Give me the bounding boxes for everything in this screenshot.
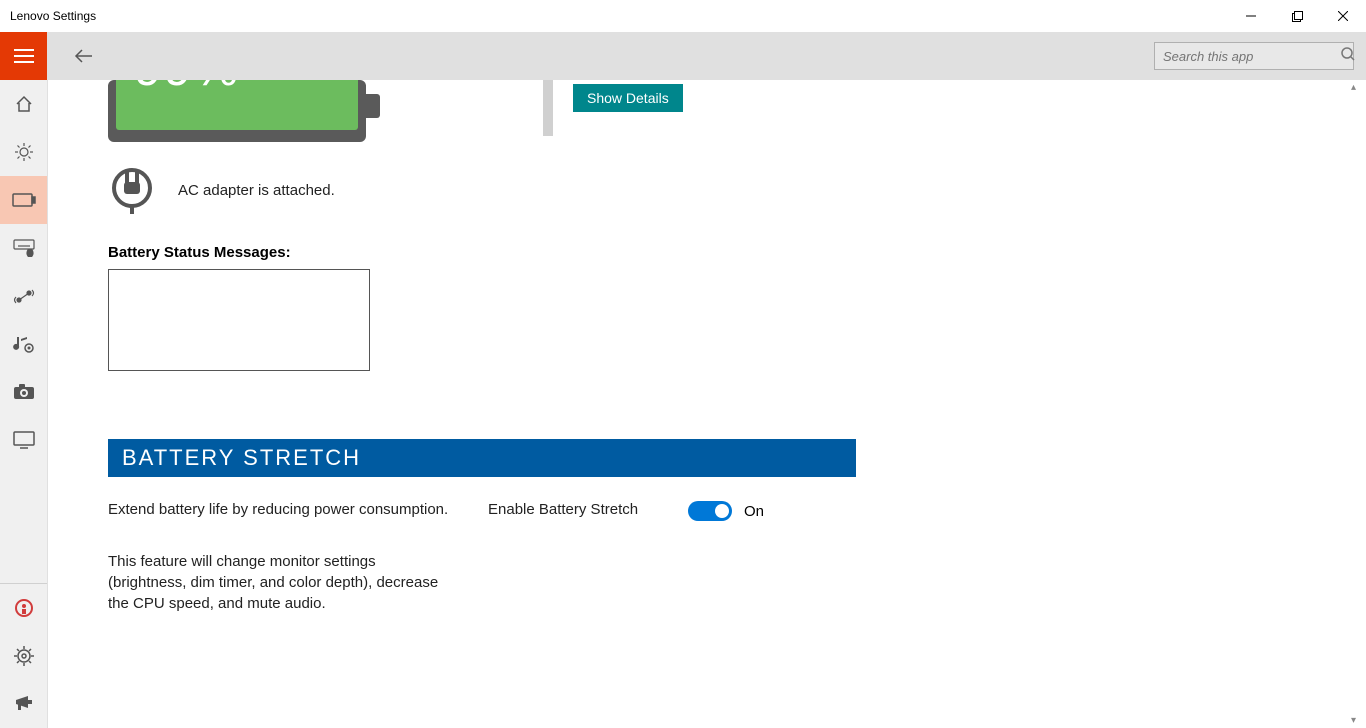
sidebar-item-camera[interactable] — [0, 368, 47, 416]
battery-stretch-header: BATTERY STRETCH — [108, 439, 856, 477]
scroll-up-icon[interactable]: ▴ — [1351, 82, 1356, 93]
ac-status-text: AC adapter is attached. — [178, 182, 335, 199]
window-controls — [1228, 0, 1366, 32]
sidebar-item-user[interactable] — [0, 584, 47, 632]
enable-battery-stretch-label: Enable Battery Stretch — [488, 501, 688, 521]
battery-status-messages-box — [108, 269, 370, 371]
battery-stretch-toggle-state: On — [744, 503, 764, 520]
search-box[interactable] — [1154, 42, 1354, 70]
battery-stretch-toggle[interactable] — [688, 501, 732, 521]
back-button[interactable] — [64, 36, 104, 76]
hamburger-button[interactable] — [0, 32, 47, 80]
main-content: 99% Show Details AC adapter is attached.… — [48, 80, 1366, 728]
top-bar — [48, 32, 1366, 80]
battery-stretch-intro: Extend battery life by reducing power co… — [108, 501, 488, 521]
scroll-down-icon[interactable]: ▾ — [1351, 715, 1356, 726]
show-details-button[interactable]: Show Details — [573, 84, 683, 112]
search-icon — [1341, 47, 1355, 66]
window-title: Lenovo Settings — [10, 9, 96, 23]
sidebar-item-feedback[interactable] — [0, 680, 47, 728]
sidebar — [0, 32, 48, 728]
minimize-button[interactable] — [1228, 0, 1274, 32]
sidebar-item-network[interactable] — [0, 272, 47, 320]
vertical-divider — [543, 80, 553, 136]
sidebar-item-display[interactable] — [0, 416, 47, 464]
sidebar-item-power[interactable] — [0, 176, 47, 224]
battery-graphic: 99% — [108, 80, 380, 142]
sidebar-item-settings[interactable] — [0, 632, 47, 680]
title-bar: Lenovo Settings — [0, 0, 1366, 32]
battery-stretch-description: This feature will change monitor setting… — [108, 551, 458, 614]
battery-status-messages-label: Battery Status Messages: — [108, 244, 1366, 261]
sidebar-item-home[interactable] — [0, 80, 47, 128]
plug-icon — [108, 166, 156, 214]
battery-percent: 99% — [134, 80, 240, 97]
maximize-button[interactable] — [1274, 0, 1320, 32]
scrollbar[interactable]: ▴ ▾ — [1349, 80, 1365, 728]
sidebar-item-multimedia[interactable] — [0, 320, 47, 368]
sidebar-item-input[interactable] — [0, 224, 47, 272]
search-input[interactable] — [1163, 49, 1341, 64]
close-button[interactable] — [1320, 0, 1366, 32]
sidebar-item-quick-settings[interactable] — [0, 128, 47, 176]
